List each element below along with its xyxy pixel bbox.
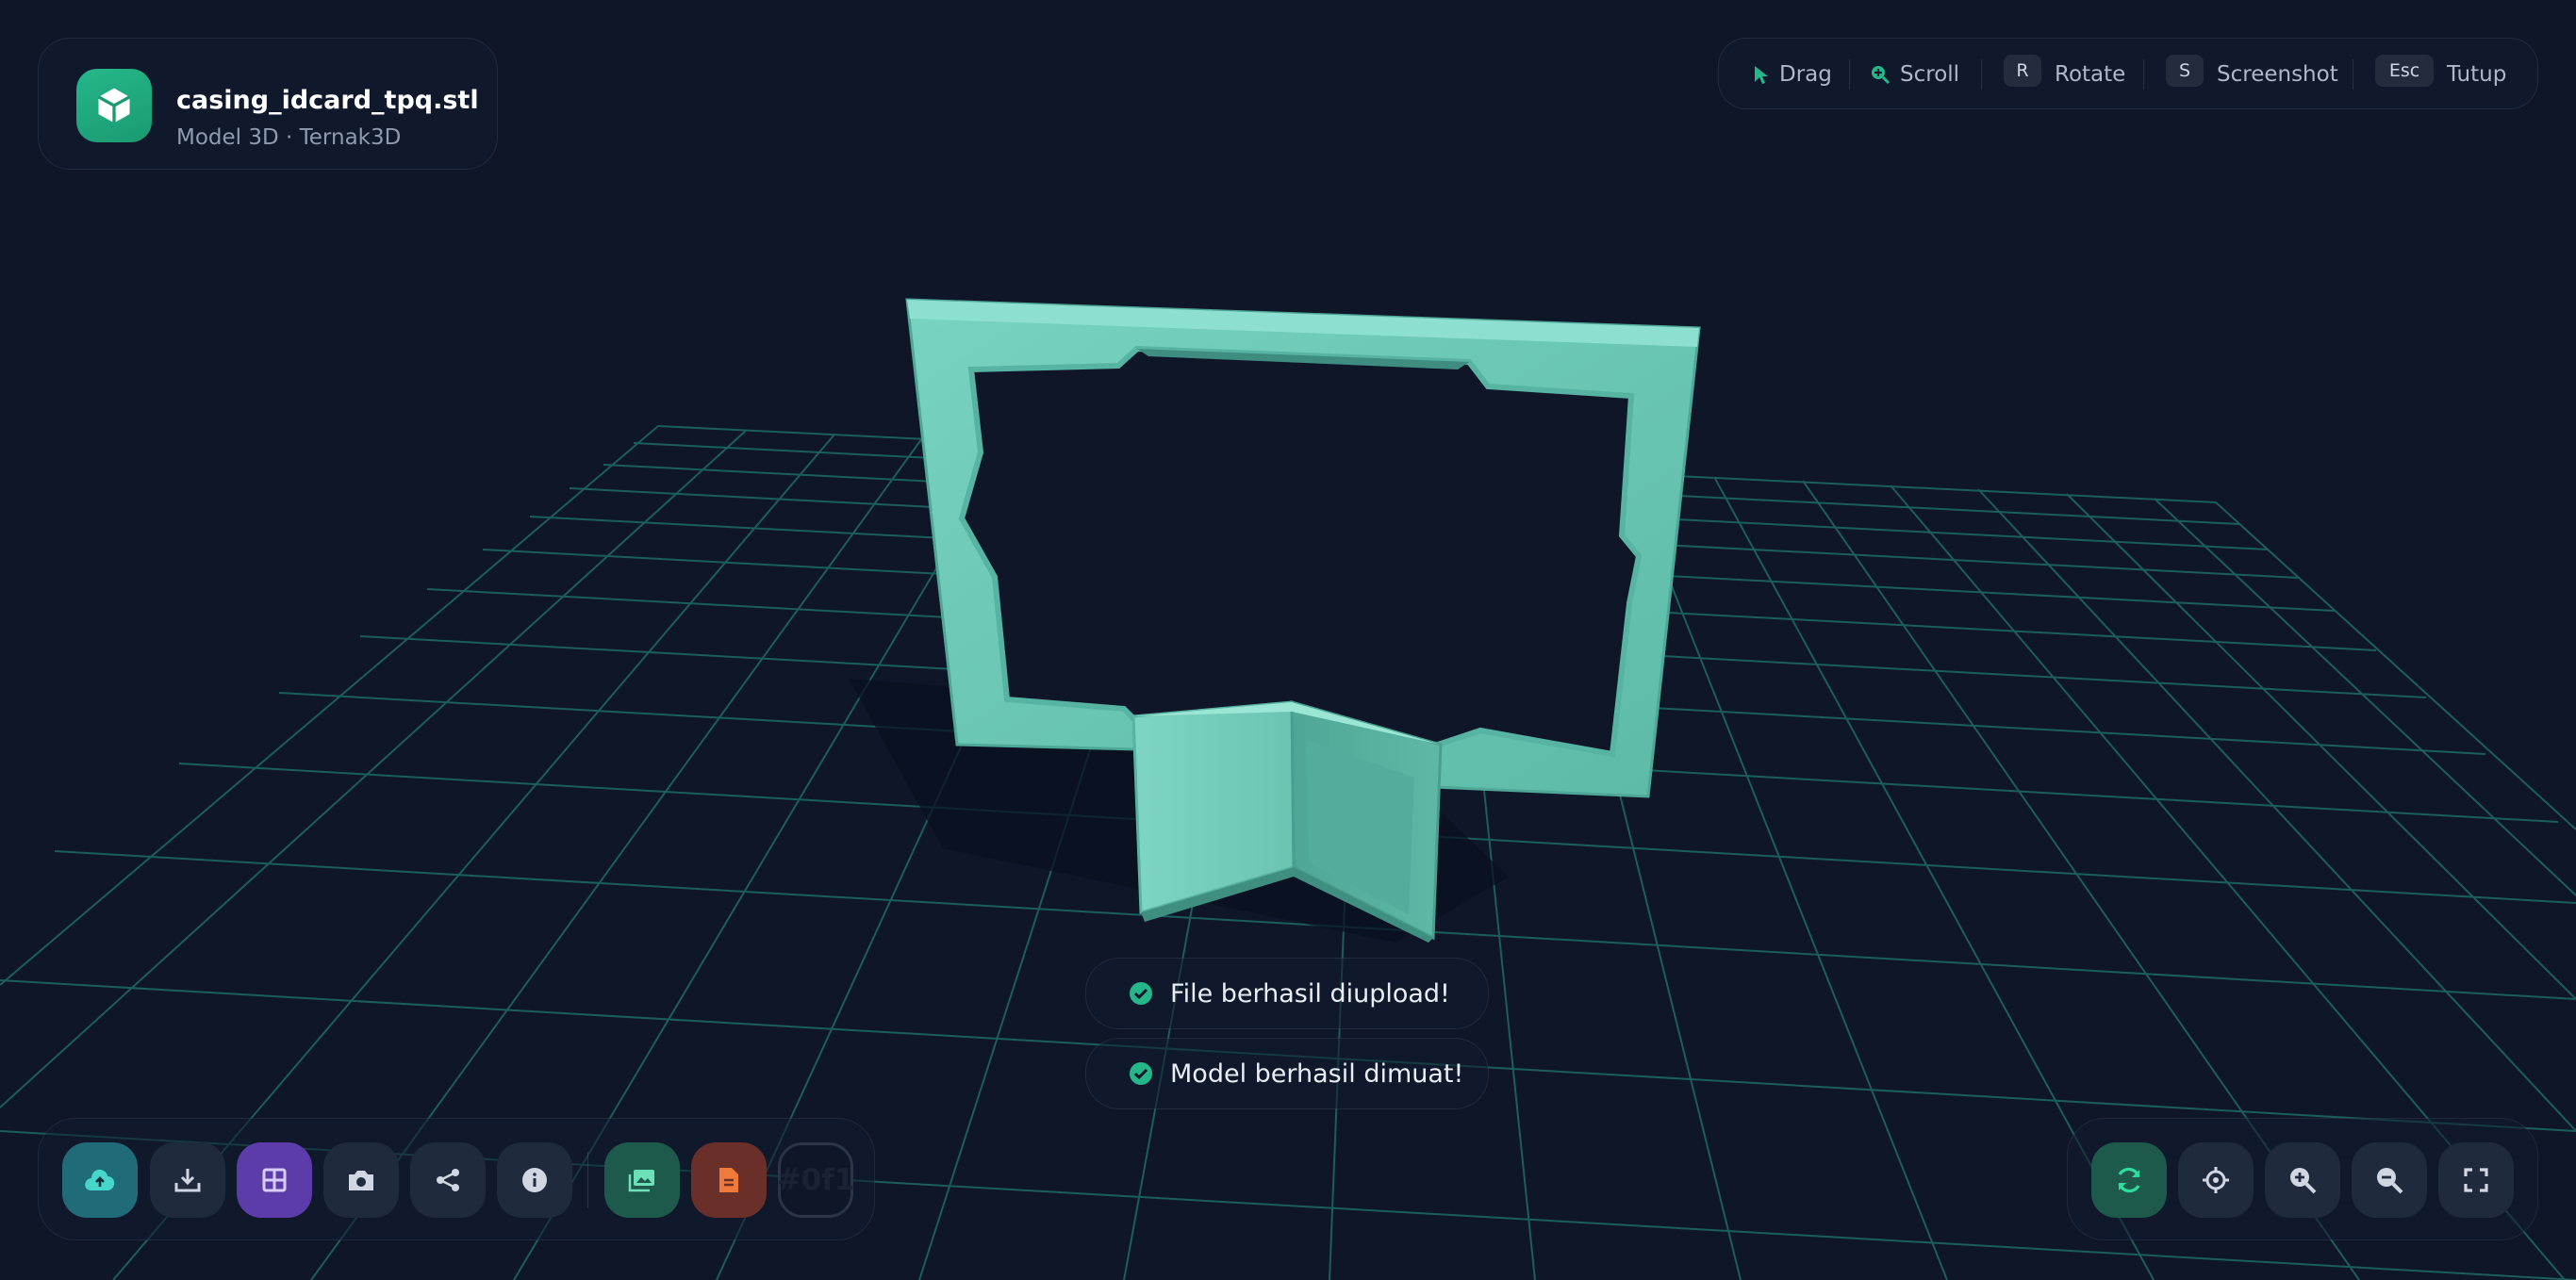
camera-button[interactable] (323, 1142, 399, 1218)
hint-label: Scroll (1900, 62, 1960, 87)
hint-label: Rotate (2055, 62, 2126, 87)
hint-scroll: Scroll (1870, 39, 1959, 110)
file-subtitle: Model 3D · Ternak3D (176, 125, 402, 150)
toast-model-loaded: Model berhasil dimuat! (1085, 1038, 1489, 1109)
export-document-button[interactable] (691, 1142, 767, 1218)
zoom-in-icon (1870, 64, 1891, 85)
hint-close: Esc Tutup (2375, 39, 2506, 110)
auto-rotate-button[interactable] (2091, 1142, 2167, 1218)
share-icon (437, 1169, 459, 1191)
fullscreen-icon (2464, 1168, 2488, 1192)
color-picker[interactable]: #0f1 (776, 1142, 855, 1218)
hint-label: Drag (1779, 62, 1832, 87)
hint-screenshot: S Screenshot (2166, 39, 2338, 110)
color-value: #0f1 (776, 1163, 855, 1197)
toast-upload-success: File berhasil diupload! (1085, 958, 1489, 1029)
download-icon (174, 1169, 201, 1192)
zoom-in-button[interactable] (2265, 1142, 2340, 1218)
reset-view-button[interactable] (2178, 1142, 2254, 1218)
file-name: casing_idcard_tpq.stl (176, 86, 479, 115)
document-icon (719, 1168, 738, 1192)
file-info-card: casing_idcard_tpq.stl Model 3D · Ternak3… (38, 38, 498, 170)
check-circle-icon (1129, 1061, 1153, 1086)
controls-hint-bar: Drag Scroll R Rotate S Screenshot Esc Tu… (1718, 38, 2538, 109)
export-image-button[interactable] (604, 1142, 680, 1218)
grid-icon (262, 1168, 287, 1192)
image-icon (628, 1170, 654, 1192)
hint-label: Tutup (2447, 62, 2507, 87)
zoom-in-icon (2290, 1168, 2317, 1194)
right-toolbar (2067, 1118, 2538, 1240)
grid-toggle-button[interactable] (237, 1142, 312, 1218)
info-icon (522, 1168, 547, 1192)
hint-label: Screenshot (2217, 62, 2338, 87)
crosshair-icon (2203, 1167, 2229, 1193)
key-badge: Esc (2375, 55, 2434, 87)
zoom-out-icon (2377, 1168, 2403, 1194)
toast-text: File berhasil diupload! (1170, 978, 1450, 1009)
upload-button[interactable] (62, 1142, 138, 1218)
key-badge: S (2166, 55, 2204, 87)
cube-icon (76, 69, 152, 142)
key-badge: R (2004, 55, 2041, 87)
zoom-out-button[interactable] (2352, 1142, 2427, 1218)
refresh-icon (2118, 1167, 2140, 1193)
check-circle-icon (1129, 981, 1153, 1006)
left-toolbar: #0f1 (38, 1118, 875, 1240)
cursor-icon (1753, 64, 1770, 85)
hint-rotate: R Rotate (2004, 39, 2125, 110)
toast-text: Model berhasil dimuat! (1170, 1058, 1464, 1089)
hint-drag: Drag (1753, 39, 1832, 110)
info-button[interactable] (497, 1142, 572, 1218)
camera-icon (349, 1171, 373, 1190)
download-button[interactable] (150, 1142, 225, 1218)
fullscreen-button[interactable] (2438, 1142, 2514, 1218)
share-button[interactable] (410, 1142, 486, 1218)
cloud-upload-icon (85, 1169, 115, 1190)
